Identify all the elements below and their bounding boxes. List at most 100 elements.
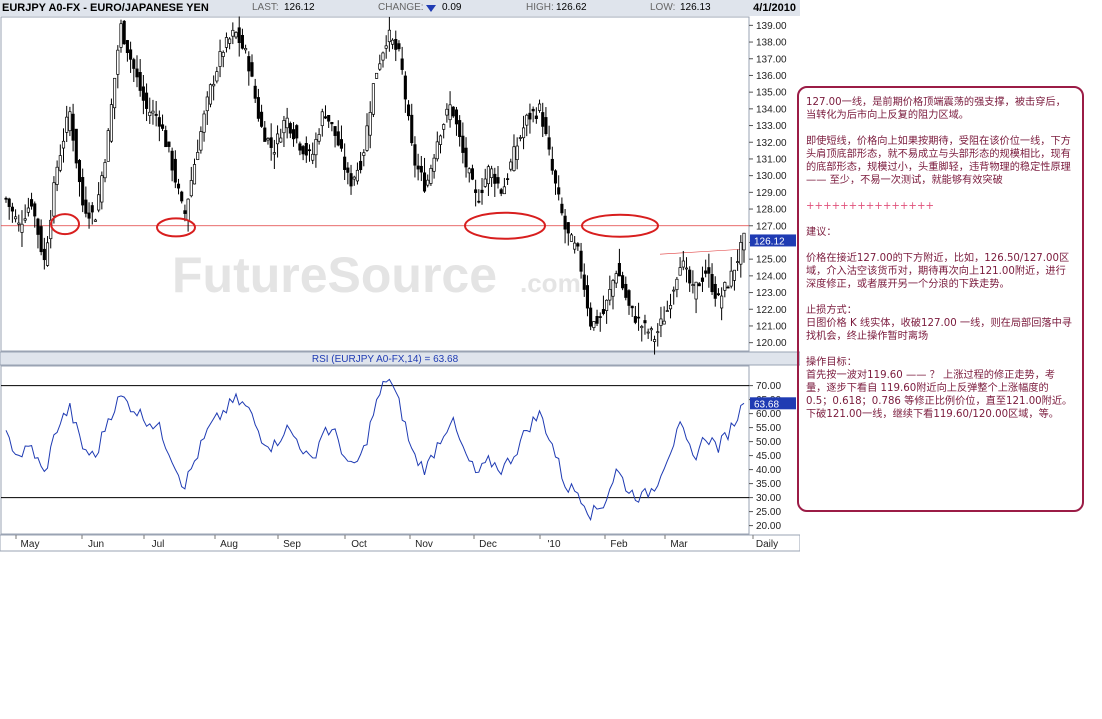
candle-body [483,178,487,187]
candle-body [435,141,439,160]
candle-body [416,165,420,170]
candle-body [122,20,126,45]
candle-body [742,232,746,251]
x-axis-label: Mar [670,539,688,550]
candle-body [106,130,110,162]
rsi-y-tick-label: 55.00 [756,423,781,434]
price-y-tick-label: 134.00 [756,104,787,115]
candle-body [534,115,538,120]
candle-body [327,115,331,122]
candle-body [368,112,372,136]
candle-body [406,104,411,117]
candle-body [339,139,344,149]
candle-body [413,144,417,166]
candle-body [170,150,174,171]
candle-body [77,160,82,183]
candle-body [186,198,190,221]
candle-body [276,133,280,145]
candle-body [71,113,75,141]
candle-body [215,71,219,82]
candle-body [585,285,590,309]
candle-body [681,260,685,268]
candle-body [736,261,740,263]
price-y-tick-label: 128.00 [756,205,787,216]
candle-body [240,35,244,49]
candle-body [355,169,359,182]
candle-body [640,326,644,329]
candle-body [672,289,676,292]
candle-body [10,206,14,212]
candle-body [474,189,478,193]
price-rsi-chart: RSI (EURJPY A0-FX,14) = 63.68 FutureSourc… [0,16,800,552]
candle-body [601,309,605,314]
candle-body [506,178,510,180]
rsi-y-tick-label: 25.00 [756,507,781,518]
candle-body [729,270,733,287]
rsi-y-tick-label: 35.00 [756,479,781,490]
watermark-text: FutureSource [172,247,497,303]
candle-body [266,138,270,141]
candle-body [531,108,535,112]
candle-body [87,212,91,219]
candle-body [138,72,142,91]
watermark-suffix: .com [520,268,581,298]
candle-body [643,320,647,324]
candle-body [617,263,621,277]
candle-body [103,162,107,179]
candle-body [97,194,101,211]
candle-body [362,152,366,156]
candle-body [244,48,248,51]
candle-body [81,177,85,206]
candle-body [704,270,708,274]
candle-body [442,124,446,130]
candle-body [330,122,334,125]
candle-body [323,116,328,119]
candle-body [547,137,551,150]
candle-body [336,131,340,146]
rsi-current-label: 63.68 [754,399,779,410]
candle-body [518,137,522,139]
price-y-tick-label: 123.00 [756,288,787,299]
candle-body [665,310,669,312]
candle-body [451,106,455,117]
candle-body [231,29,235,37]
candle-body [499,189,503,194]
candle-body [90,205,94,213]
candle-body [633,316,637,323]
candle-body [512,146,516,171]
candle-body [212,83,216,87]
candle-body [448,104,452,121]
candle-body [320,111,324,127]
candle-body [582,274,586,290]
candle-body [381,52,385,61]
x-axis-label: '10 [547,539,560,550]
candle-body [566,222,570,234]
candle-body [288,123,292,134]
annotation-para-1: 127.00一线，是前期价格顶端震荡的强支撑，被击穿后，当转化为后市向上反复的阻… [806,97,1066,121]
candle-body [298,143,302,151]
candle-body [557,187,561,195]
candle-body [541,112,545,127]
price-y-tick-label: 138.00 [756,38,787,49]
candle-body [624,283,628,298]
candle-body [668,305,673,310]
candle-body [119,23,123,48]
candle-body [23,218,27,221]
candle-body [614,273,618,284]
candle-body [52,182,56,217]
candle-body [739,242,743,265]
candle-body [311,153,315,161]
candle-body [509,161,513,170]
candle-body [611,280,615,297]
candle-body [237,27,241,44]
candle-body [148,111,152,116]
annotation-para-2: 即使短线，价格向上如果按期待，受阻在该价位一线，下方头肩顶底部形态，就不易成立与… [806,136,1071,186]
candle-body [515,145,519,160]
candle-body [694,281,698,300]
candle-body [403,75,407,100]
candle-body [454,109,459,125]
candle-body [352,176,356,180]
price-y-tick-label: 124.00 [756,271,787,282]
rsi-y-tick-label: 60.00 [756,409,781,420]
x-axis-label: Jul [152,539,165,550]
